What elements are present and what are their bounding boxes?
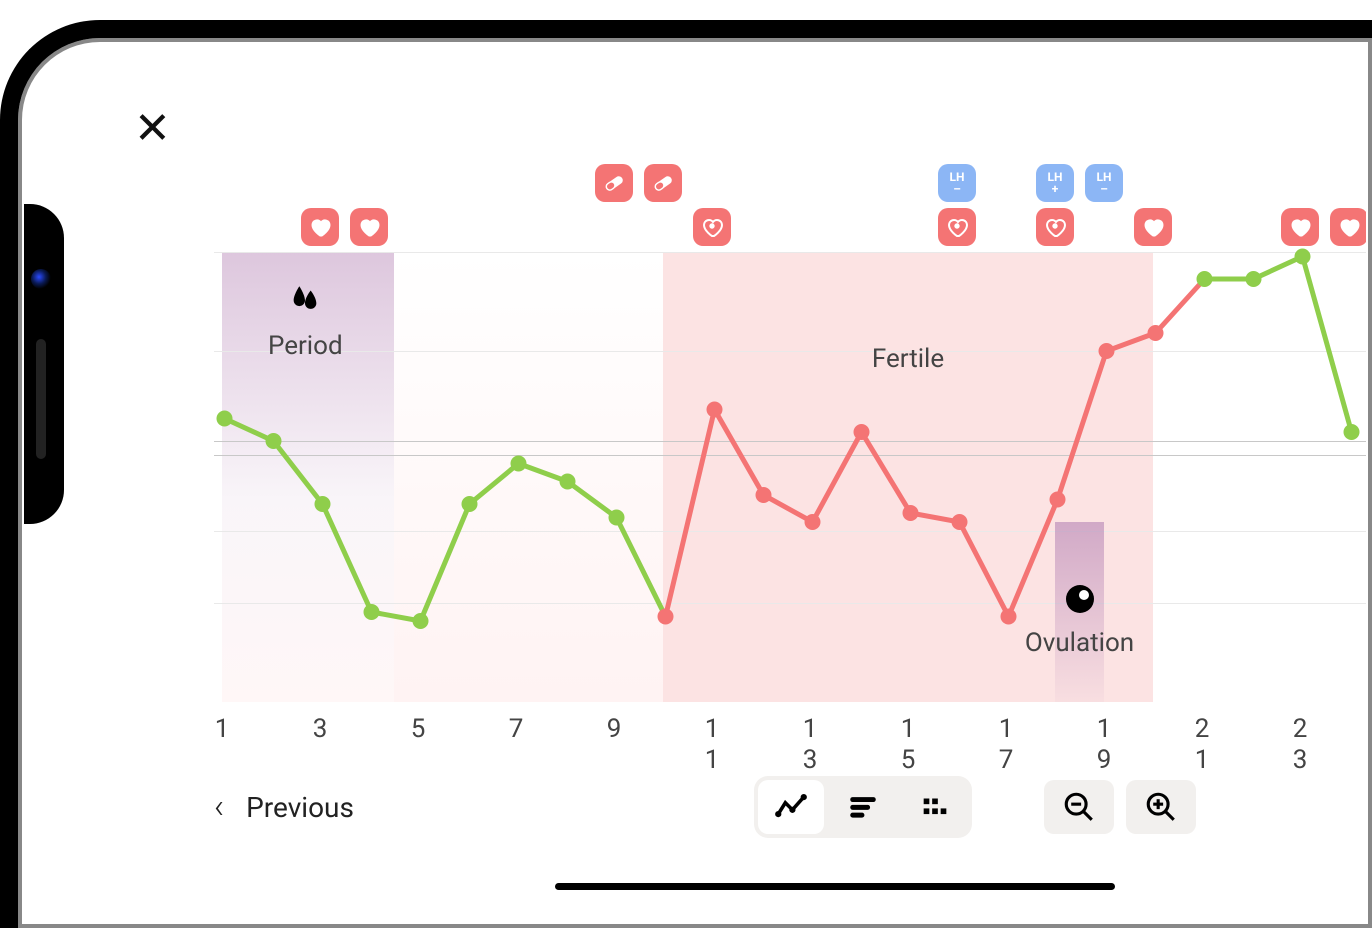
data-point [413,613,429,629]
phone-screen: ✕ LH–LH–LH+ PeriodFertileOvulation 13579… [24,44,1366,922]
heart-ring-icon[interactable] [693,208,731,246]
x-tick: 1 [199,714,245,745]
data-point [1197,271,1213,287]
heart-icon[interactable] [1330,208,1366,246]
zoom-in-button[interactable] [1126,780,1196,834]
chart-plot[interactable]: Period Fertile Ovulation [214,252,1366,702]
x-tick: 3 [297,714,343,745]
zoom-in-icon [1144,790,1178,824]
x-tick: 15 [885,714,931,776]
data-point [511,456,527,472]
lh-pos-icon[interactable]: LH+ [1036,164,1074,202]
chevron-left-icon: ‹ [214,787,224,827]
x-tick: 21 [1179,714,1225,776]
list-view-button[interactable] [830,780,896,834]
data-point [560,474,576,490]
data-point [707,402,723,418]
bottom-toolbar: ‹ Previous [214,772,1366,842]
data-point [1246,271,1262,287]
data-point [658,609,674,625]
data-point [854,424,870,440]
heart-ring-icon[interactable] [1036,208,1074,246]
period-label: Period [235,282,375,361]
data-point [805,514,821,530]
previous-button[interactable]: ‹ Previous [214,787,354,827]
speaker-grille [36,339,46,459]
data-point [266,433,282,449]
zoom-group [1040,776,1200,838]
zoom-out-button[interactable] [1044,780,1114,834]
previous-label: Previous [246,791,354,824]
zoom-out-icon [1062,790,1096,824]
lh-neg-icon[interactable]: LH– [938,164,976,202]
heart-icon[interactable] [301,208,339,246]
x-tick: 23 [1277,714,1323,776]
phone-frame: ✕ LH–LH–LH+ PeriodFertileOvulation 13579… [0,20,1372,928]
data-point [1050,492,1066,508]
line-view-button[interactable] [758,780,824,834]
line-chart-svg [214,252,1366,702]
x-tick: 17 [983,714,1029,776]
heart-icon[interactable] [350,208,388,246]
chart-area: LH– LH– LH+ Period Fertile Ovulation 13 5 7 9 11… [214,152,1366,842]
heart-icon[interactable] [1134,208,1172,246]
data-point [1148,325,1164,341]
data-point [1099,343,1115,359]
line-chart-icon [774,790,808,824]
ovulation-label: Ovulation [1010,582,1150,658]
close-button[interactable]: ✕ [134,102,171,154]
camera-icon [31,269,51,289]
x-tick: 9 [591,714,637,745]
home-indicator[interactable] [555,883,1115,890]
x-tick: 19 [1081,714,1127,776]
x-tick: 13 [787,714,833,776]
lh-neg-icon[interactable]: LH– [1085,164,1123,202]
data-point [462,496,478,512]
x-tick: 5 [395,714,441,745]
data-point [217,411,233,427]
data-point [756,487,772,503]
fertile-label: Fertile [838,344,978,374]
view-toggle-group [754,776,972,838]
x-tick: 11 [689,714,735,776]
data-point [315,496,331,512]
grid-icon [918,790,952,824]
data-point [1295,249,1311,265]
pill-icon[interactable] [644,164,682,202]
data-point [1344,424,1360,440]
list-icon [846,790,880,824]
heart-icon[interactable] [1281,208,1319,246]
marker-row: LH– LH– LH+ [214,152,1366,242]
data-point [903,505,919,521]
grid-view-button[interactable] [902,780,968,834]
x-tick: 7 [493,714,539,745]
data-point [364,604,380,620]
data-point [952,514,968,530]
pill-icon[interactable] [595,164,633,202]
data-point [609,510,625,526]
heart-ring-icon[interactable] [938,208,976,246]
phone-notch [24,204,64,524]
